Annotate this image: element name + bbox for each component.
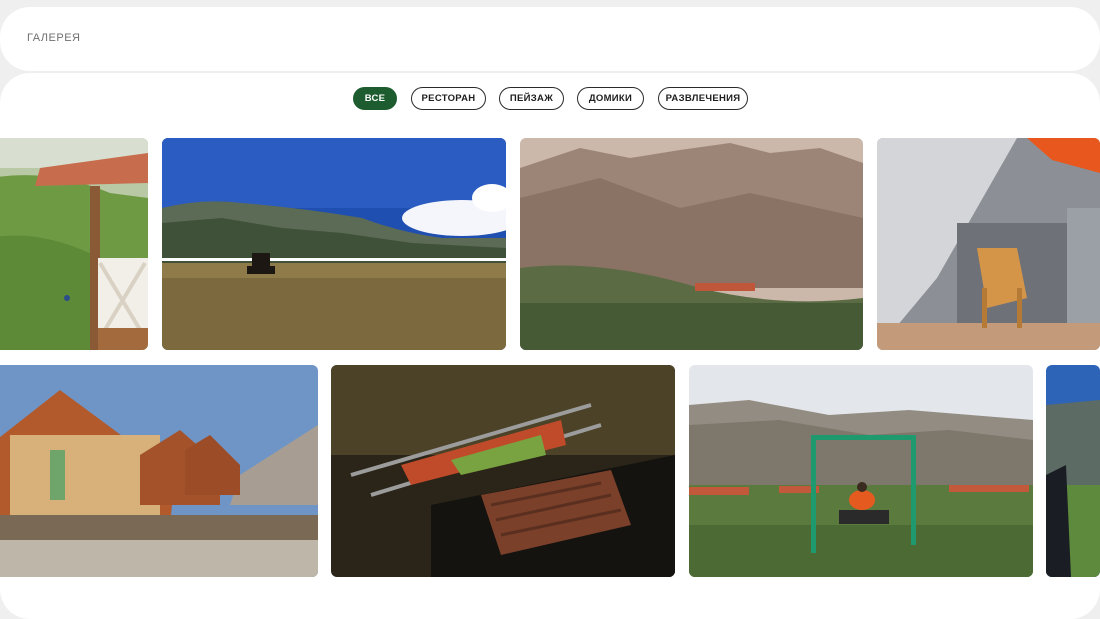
header-bar — [0, 7, 1100, 71]
filter-bar: ВСЕ РЕСТОРАН ПЕЙЗАЖ ДОМИКИ РАЗВЛЕЧЕНИЯ — [0, 87, 1100, 110]
gallery-photo-cabins[interactable] — [0, 365, 318, 577]
filter-restaurant-button[interactable]: РЕСТОРАН — [411, 87, 486, 110]
filter-cabins-button[interactable]: ДОМИКИ — [577, 87, 644, 110]
gallery-photo-swing[interactable] — [689, 365, 1033, 577]
gallery-photo-valley[interactable] — [520, 138, 863, 350]
gallery-photo-horse[interactable] — [162, 138, 506, 350]
filter-all-button[interactable]: ВСЕ — [353, 87, 397, 110]
gallery-photo-terrace[interactable] — [877, 138, 1100, 350]
page-title: ГАЛЕРЕЯ — [27, 32, 81, 44]
filter-landscape-button[interactable]: ПЕЙЗАЖ — [499, 87, 564, 110]
gallery-photo-gazebo[interactable] — [0, 138, 148, 350]
filter-entertainment-button[interactable]: РАЗВЛЕЧЕНИЯ — [658, 87, 748, 110]
gallery-photo-hiker[interactable] — [1046, 365, 1100, 577]
gallery-photo-grill[interactable] — [331, 365, 675, 577]
